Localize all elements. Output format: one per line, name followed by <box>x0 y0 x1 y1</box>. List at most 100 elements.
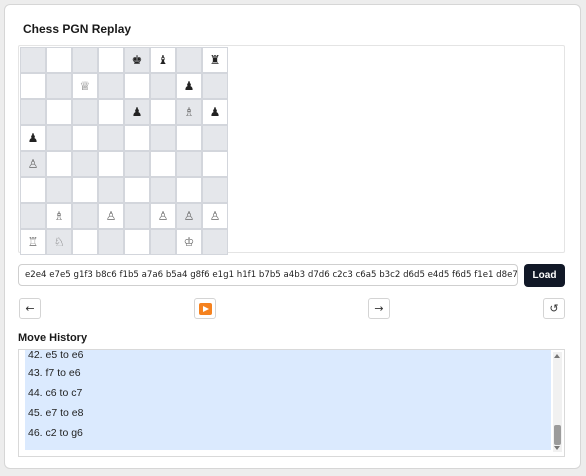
board-square[interactable]: ♙ <box>98 203 124 229</box>
board-square[interactable]: ♙ <box>176 203 202 229</box>
board-square[interactable]: ♜ <box>202 47 228 73</box>
board-square[interactable] <box>46 47 72 73</box>
board-square[interactable] <box>46 177 72 203</box>
board-square[interactable] <box>72 99 98 125</box>
board-square[interactable] <box>46 151 72 177</box>
board-square[interactable] <box>202 125 228 151</box>
chess-piece-icon[interactable]: ♟ <box>132 106 143 118</box>
chess-board: ♚ ♝ ♜ ♕ ♟ ♟ ♗ ♟ ♟ ♙ ♗ ♙ ♙ ♙ ♙ ♖ ♘ ♔ <box>20 47 228 255</box>
board-square[interactable] <box>98 47 124 73</box>
chess-piece-icon[interactable]: ♔ <box>184 236 195 248</box>
history-scrollbar[interactable] <box>553 352 562 452</box>
next-move-button[interactable]: → <box>368 298 390 319</box>
board-square[interactable] <box>98 99 124 125</box>
chess-piece-icon[interactable]: ♖ <box>28 236 39 248</box>
play-button[interactable] <box>194 298 216 319</box>
chess-piece-icon[interactable]: ♗ <box>54 210 65 222</box>
board-square[interactable] <box>98 151 124 177</box>
move-item[interactable]: 43. f7 to e6 <box>25 363 551 383</box>
scroll-down-icon[interactable] <box>554 446 560 450</box>
move-item[interactable]: 45. e7 to e8 <box>25 403 551 423</box>
move-item[interactable]: 46. c2 to g6 <box>25 423 551 443</box>
chess-piece-icon[interactable]: ♗ <box>184 106 195 118</box>
board-square[interactable] <box>202 177 228 203</box>
board-square[interactable] <box>98 177 124 203</box>
board-square[interactable] <box>46 99 72 125</box>
chess-piece-icon[interactable]: ♘ <box>54 236 65 248</box>
chess-piece-icon[interactable]: ♙ <box>158 210 169 222</box>
reset-button[interactable]: ↺ <box>543 298 565 319</box>
board-square[interactable] <box>46 73 72 99</box>
chess-piece-icon[interactable]: ♜ <box>210 54 221 66</box>
board-square[interactable] <box>150 99 176 125</box>
board-square[interactable] <box>20 47 46 73</box>
load-button[interactable]: Load <box>524 264 565 287</box>
board-square[interactable]: ♔ <box>176 229 202 255</box>
board-square[interactable]: ♟ <box>202 99 228 125</box>
board-square[interactable] <box>150 151 176 177</box>
move-item[interactable]: 42. e5 to e6 <box>25 350 551 363</box>
board-square[interactable]: ♝ <box>150 47 176 73</box>
board-square[interactable] <box>150 73 176 99</box>
board-square[interactable] <box>150 229 176 255</box>
board-square[interactable]: ♟ <box>20 125 46 151</box>
pgn-input[interactable]: e2e4 e7e5 g1f3 b8c6 f1b5 a7a6 b5a4 g8f6 … <box>18 264 518 286</box>
board-square[interactable]: ♙ <box>202 203 228 229</box>
board-square[interactable] <box>150 177 176 203</box>
board-square[interactable]: ♗ <box>176 99 202 125</box>
board-square[interactable] <box>202 73 228 99</box>
board-square[interactable] <box>72 125 98 151</box>
board-square[interactable]: ♙ <box>20 151 46 177</box>
board-square[interactable]: ♖ <box>20 229 46 255</box>
prev-move-button[interactable]: ← <box>19 298 41 319</box>
chess-piece-icon[interactable]: ♙ <box>106 210 117 222</box>
board-square[interactable] <box>124 229 150 255</box>
move-history-list: 42. e5 to e6 43. f7 to e6 44. c6 to c7 4… <box>25 350 551 450</box>
board-square[interactable] <box>176 125 202 151</box>
board-square[interactable] <box>20 177 46 203</box>
chess-piece-icon[interactable]: ♝ <box>158 54 169 66</box>
chess-piece-icon[interactable]: ♟ <box>28 132 39 144</box>
board-square[interactable] <box>202 151 228 177</box>
board-square[interactable] <box>176 47 202 73</box>
board-square[interactable] <box>72 47 98 73</box>
scroll-up-icon[interactable] <box>554 354 560 358</box>
board-square[interactable] <box>124 203 150 229</box>
board-square[interactable] <box>20 203 46 229</box>
board-square[interactable] <box>72 203 98 229</box>
board-square[interactable]: ♕ <box>72 73 98 99</box>
board-square[interactable]: ♚ <box>124 47 150 73</box>
move-item[interactable]: 44. c6 to c7 <box>25 383 551 403</box>
board-square[interactable] <box>20 99 46 125</box>
move-history-panel[interactable]: 42. e5 to e6 43. f7 to e6 44. c6 to c7 4… <box>18 349 565 457</box>
board-square[interactable] <box>124 151 150 177</box>
board-square[interactable]: ♘ <box>46 229 72 255</box>
board-square[interactable] <box>124 125 150 151</box>
board-square[interactable]: ♙ <box>150 203 176 229</box>
board-square[interactable] <box>150 125 176 151</box>
chess-piece-icon[interactable]: ♕ <box>80 80 91 92</box>
board-square[interactable] <box>176 177 202 203</box>
chess-piece-icon[interactable]: ♙ <box>210 210 221 222</box>
board-square[interactable] <box>202 229 228 255</box>
board-square[interactable] <box>72 177 98 203</box>
board-square[interactable] <box>46 125 72 151</box>
board-square[interactable] <box>98 125 124 151</box>
board-square[interactable] <box>124 177 150 203</box>
board-square[interactable] <box>72 151 98 177</box>
chess-piece-icon[interactable]: ♚ <box>132 54 143 66</box>
chess-piece-icon[interactable]: ♟ <box>184 80 195 92</box>
board-square[interactable] <box>98 229 124 255</box>
chess-piece-icon[interactable]: ♙ <box>184 210 195 222</box>
board-square[interactable]: ♟ <box>176 73 202 99</box>
chess-piece-icon[interactable]: ♙ <box>28 158 39 170</box>
board-square[interactable] <box>124 73 150 99</box>
board-square[interactable]: ♗ <box>46 203 72 229</box>
board-square[interactable] <box>72 229 98 255</box>
chess-piece-icon[interactable]: ♟ <box>210 106 221 118</box>
board-square[interactable] <box>20 73 46 99</box>
board-square[interactable] <box>176 151 202 177</box>
board-square[interactable]: ♟ <box>124 99 150 125</box>
board-square[interactable] <box>98 73 124 99</box>
scrollbar-thumb[interactable] <box>554 425 561 445</box>
